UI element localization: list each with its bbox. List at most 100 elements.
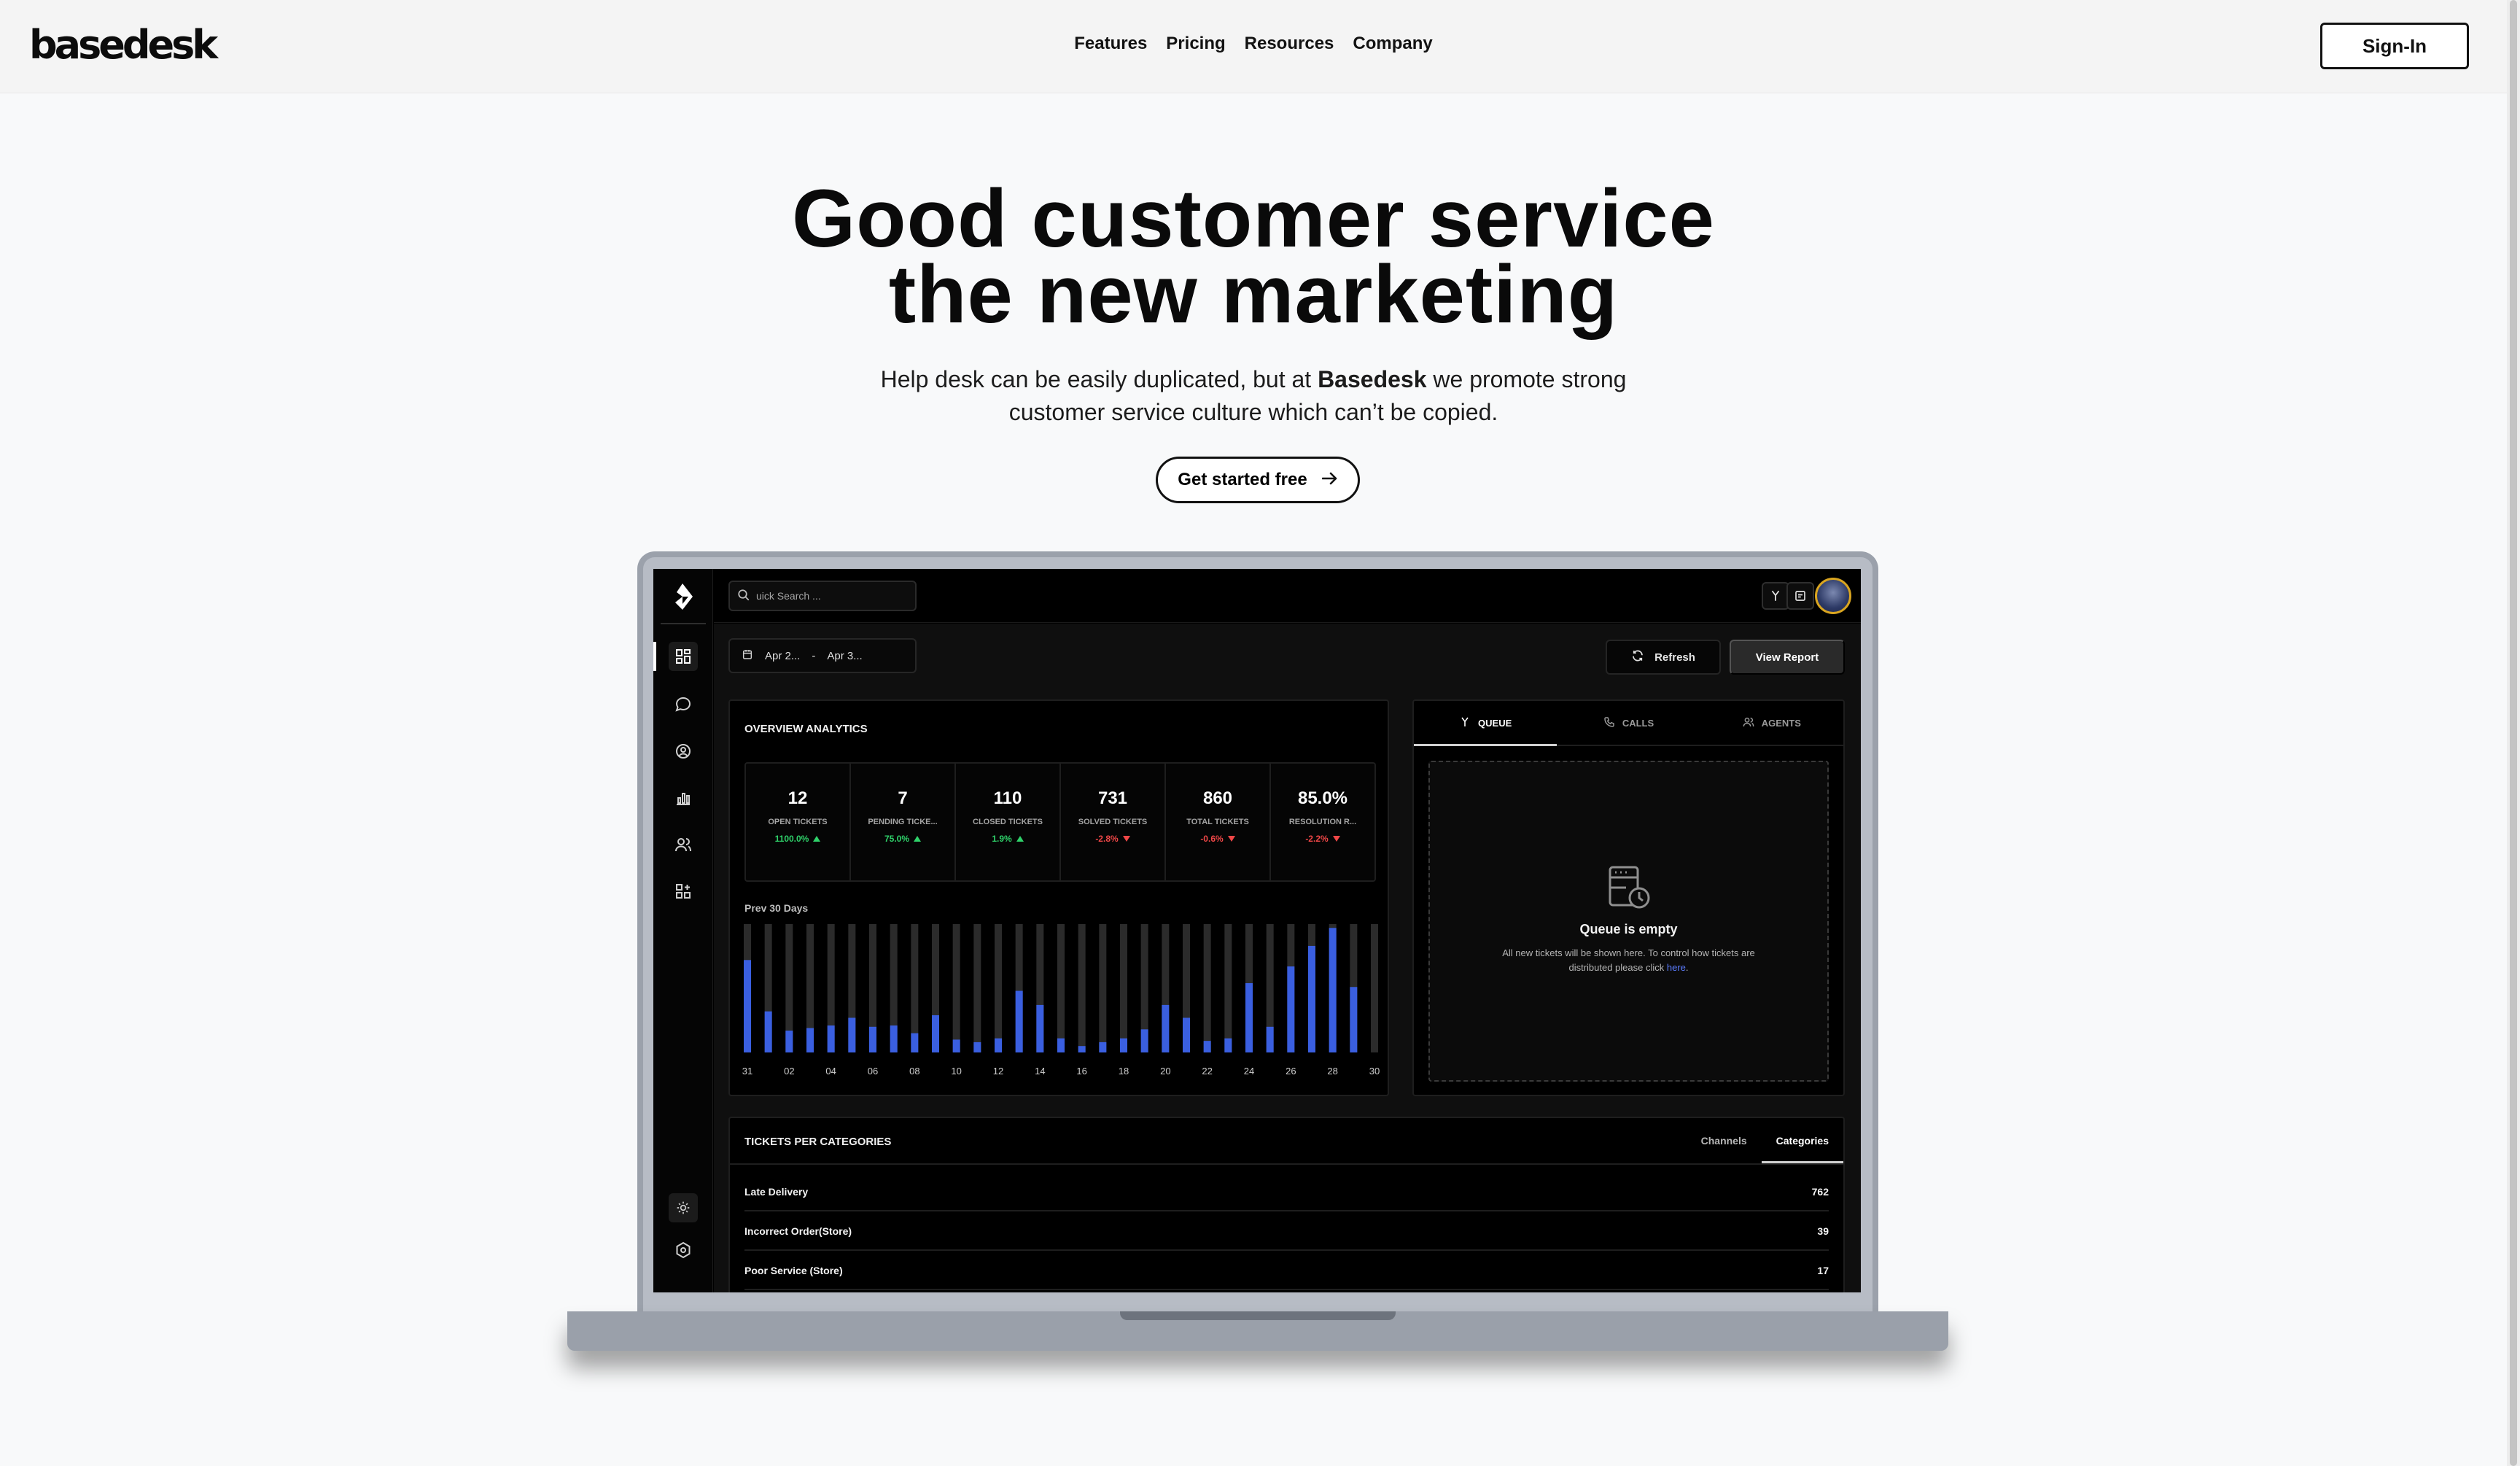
refresh-label: Refresh [1654,651,1695,664]
chart-bar[interactable] [890,1025,898,1052]
nav-link-features[interactable]: Features [1074,34,1147,54]
chart-tick-label: 12 [993,1066,1003,1077]
queue-panel: QUEUE CALLS AGENTS Queue is empty All ne… [1412,699,1845,1096]
scrollbar-thumb[interactable] [2510,0,2517,1466]
get-started-button[interactable]: Get started free [1156,457,1360,503]
nav-link-pricing[interactable]: Pricing [1166,34,1225,54]
chart-tick-label: 31 [742,1066,752,1077]
chart-bar[interactable] [1099,1042,1107,1052]
category-count: 17 [1817,1265,1829,1276]
users-icon[interactable] [669,830,698,859]
chart-bar[interactable] [911,1033,919,1052]
chart-bar[interactable] [1036,1004,1044,1052]
laptop-screen: uick Search ... Apr 2... - Apr 3... Refr… [653,569,1861,1292]
calendar-icon [742,648,753,663]
queue-settings-link[interactable]: here [1667,962,1686,973]
chart-bar[interactable] [848,1017,856,1052]
chart-bar[interactable] [932,1015,939,1052]
categories-divider [730,1163,1843,1165]
tab-queue[interactable]: QUEUE [1414,701,1558,746]
chart-bar[interactable] [744,960,751,1052]
trend-up-icon [914,836,922,842]
tickets-per-categories-panel: TICKETS PER CATEGORIES Channels Categori… [728,1117,1845,1292]
chart-bar[interactable] [869,1026,876,1052]
queue-empty-state: Queue is empty All new tickets will be s… [1428,761,1829,1082]
chart-bar[interactable] [1329,928,1337,1052]
overview-title: OVERVIEW ANALYTICS [744,723,868,735]
tab-calls[interactable]: CALLS [1557,701,1700,745]
chart-bar[interactable] [1140,1029,1148,1052]
category-name: Incorrect Order(Store) [744,1225,852,1237]
tab-agents[interactable]: AGENTS [1700,701,1843,745]
refresh-button[interactable]: Refresh [1606,640,1721,675]
chart-bar[interactable] [1120,1038,1127,1052]
user-avatar[interactable] [1815,578,1851,614]
chart-bar[interactable] [973,1042,981,1052]
queue-tabs: QUEUE CALLS AGENTS [1414,701,1843,746]
page-scrollbar[interactable] [2507,0,2520,1466]
nav-link-company[interactable]: Company [1353,34,1432,54]
chart-tick-label: 26 [1286,1066,1296,1077]
chart-bar[interactable] [1224,1038,1232,1052]
settings-icon[interactable] [669,1236,698,1265]
chart-bar-track [1099,924,1107,1052]
chart-bar[interactable] [1266,1026,1274,1052]
category-name: Late Delivery [744,1186,809,1198]
stat-label: CLOSED TICKETS [973,818,1043,826]
trend-up-icon [1016,836,1024,842]
hero-sub-before: Help desk can be easily duplicated, but … [880,366,1318,392]
chart-bar[interactable] [1057,1038,1065,1052]
contact-icon[interactable] [669,737,698,766]
apps-icon[interactable] [669,877,698,906]
chart-bar[interactable] [995,1038,1002,1052]
queue-empty-end: . [1685,962,1689,973]
chart-bar[interactable] [1245,982,1253,1052]
chart-bar[interactable] [1078,1046,1086,1052]
stat-value: 731 [1097,788,1128,808]
chart-bar[interactable] [1183,1017,1190,1052]
chart-bar[interactable] [785,1031,793,1052]
notes-icon[interactable] [1786,582,1814,610]
chart-bar-track [1224,924,1232,1052]
view-report-button[interactable]: View Report [1730,640,1845,675]
dashboard-icon[interactable] [669,642,698,671]
chart-bar[interactable] [764,1011,772,1052]
stat-delta: 75.0% [884,834,922,844]
sign-in-button[interactable]: Sign-In [2320,23,2469,69]
chart-bar[interactable] [1015,990,1023,1052]
reports-icon[interactable] [669,783,698,812]
chart-tick-label: 18 [1119,1066,1129,1077]
chat-icon[interactable] [669,690,698,719]
sidebar-divider [661,623,706,624]
chart-tick-label: 04 [825,1066,836,1077]
chart-bar[interactable] [1162,1004,1170,1052]
chart-bar[interactable] [1203,1041,1211,1052]
chart-tick-label: 08 [909,1066,919,1077]
category-row[interactable]: Late Delivery 762 [744,1174,1829,1211]
tab-categories[interactable]: Categories [1761,1118,1844,1163]
stat-card: 860 TOTAL TICKETS -0.6% [1166,764,1271,880]
chart-bar-track [1203,924,1211,1052]
chart-bar[interactable] [1350,987,1358,1052]
nav-link-resources[interactable]: Resources [1245,34,1334,54]
merge-icon[interactable] [1762,582,1789,610]
theme-toggle-icon[interactable] [669,1193,698,1222]
app-logo-icon[interactable] [669,582,696,611]
chart-bar[interactable] [952,1039,960,1052]
category-count: 39 [1817,1225,1829,1237]
date-range-picker[interactable]: Apr 2... - Apr 3... [728,638,917,673]
category-row[interactable]: Incorrect Order(Store) 39 [744,1213,1829,1251]
chart-bar[interactable] [806,1028,814,1052]
chart-bar[interactable] [1308,945,1315,1052]
chart-bar[interactable] [1287,966,1295,1052]
chart-bar[interactable] [827,1025,835,1052]
tab-queue-label: QUEUE [1478,717,1512,729]
tab-channels[interactable]: Channels [1687,1118,1762,1163]
laptop-notch [1120,1311,1396,1320]
sidebar-active-indicator [653,642,656,671]
overview-analytics-panel: OVERVIEW ANALYTICS 12 OPEN TICKETS 1100.0%… [728,699,1389,1096]
chart-tick-label: 20 [1160,1066,1170,1077]
quick-search-input[interactable]: uick Search ... [728,581,917,611]
category-row[interactable]: Poor Service (Store) 17 [744,1252,1829,1290]
stat-delta: -0.6% [1200,834,1235,844]
